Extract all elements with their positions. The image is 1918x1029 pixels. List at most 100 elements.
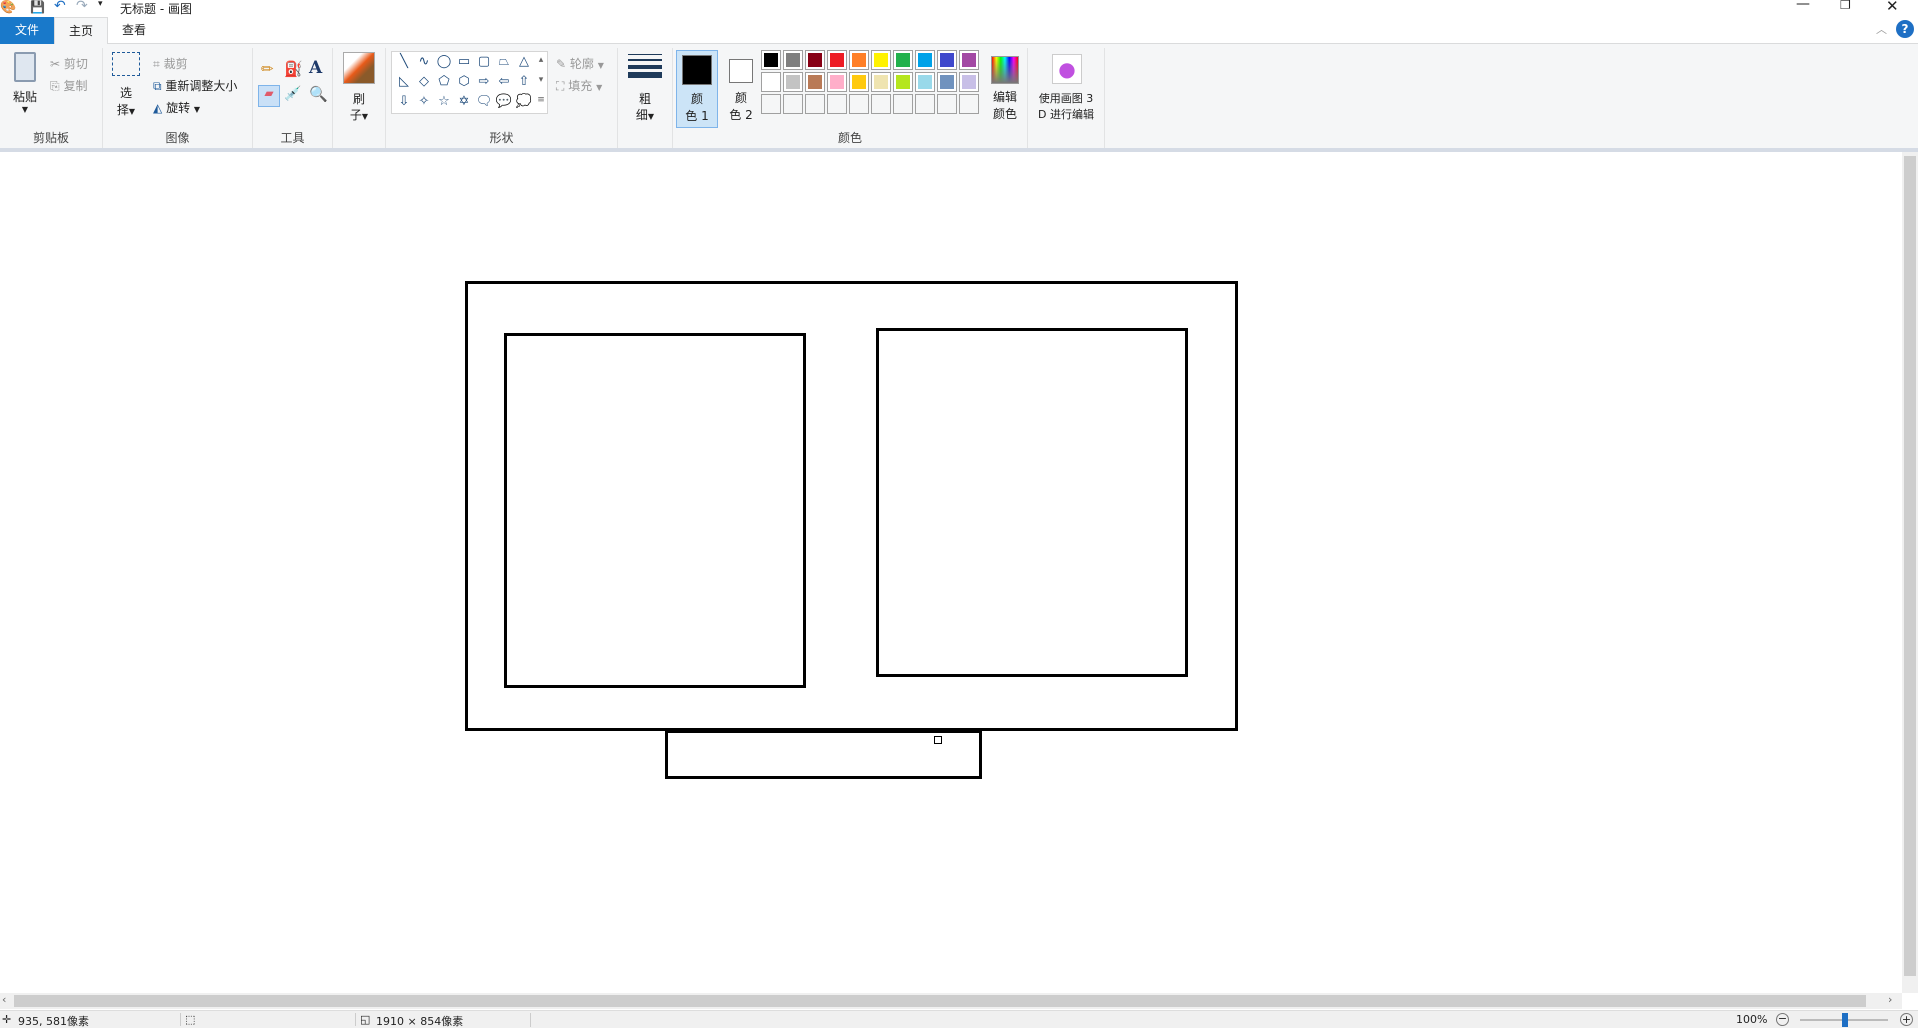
customize-quick-access-icon[interactable]: ▾ [98,0,103,9]
close-icon[interactable]: ✕ [1886,0,1899,15]
shape-item[interactable]: ✡ [454,92,474,112]
palette-swatch[interactable] [893,50,913,70]
tab-view[interactable]: 查看 [108,17,160,44]
palette-swatch[interactable] [849,72,869,92]
shape-item[interactable]: ⇧ [514,72,534,92]
custom-color-slot[interactable] [783,94,803,114]
cut-button[interactable]: ✂ 剪切 [50,55,88,72]
zoom-out-icon[interactable]: − [1776,1013,1789,1026]
fill-button[interactable]: ⛶ 填充 ▼ [556,77,602,94]
zoom-slider-thumb[interactable] [1842,1013,1848,1027]
custom-color-slot[interactable] [959,94,979,114]
shape-item[interactable]: ⇦ [494,72,514,92]
shape-item[interactable]: ∿ [414,52,434,72]
copy-button[interactable]: ⎘ 复制 [50,77,87,94]
resize-button[interactable]: ⧉ 重新调整大小 [153,77,237,94]
palette-swatch[interactable] [827,50,847,70]
pencil-icon[interactable]: ✏ [261,60,274,78]
horizontal-scroll-thumb[interactable] [14,995,1866,1007]
gallery-expand-icon[interactable]: ≡ [535,95,547,105]
palette-swatch[interactable] [871,72,891,92]
redo-icon[interactable]: ↷ [76,0,88,14]
shape-item[interactable]: ◇ [414,72,434,92]
collapse-ribbon-icon[interactable]: ︿ [1876,21,1887,37]
edit-colors-button[interactable]: 编辑 颜色 [985,50,1025,128]
palette-swatch[interactable] [783,50,803,70]
drawing-canvas[interactable] [0,152,1902,993]
restore-icon[interactable]: ❐ [1840,0,1851,12]
rotate-button[interactable]: ◭ 旋转 ▼ [153,99,200,116]
shape-item[interactable]: ◯ [434,52,454,72]
custom-color-slot[interactable] [937,94,957,114]
palette-swatch[interactable] [937,72,957,92]
custom-color-slot[interactable] [893,94,913,114]
scroll-right-icon[interactable]: › [1888,993,1892,1006]
palette-swatch[interactable] [805,72,825,92]
palette-swatch[interactable] [959,72,979,92]
brushes-button[interactable]: 刷 子▼ [333,48,386,148]
horizontal-scrollbar[interactable]: ‹ › [0,993,1902,1009]
palette-swatch[interactable] [849,50,869,70]
minimize-icon[interactable]: — [1796,0,1810,12]
zoom-slider[interactable] [1800,1013,1888,1027]
shape-item[interactable]: ◺ [394,72,414,92]
custom-color-slot[interactable] [871,94,891,114]
palette-swatch[interactable] [805,50,825,70]
palette-swatch[interactable] [959,50,979,70]
custom-color-slot[interactable] [827,94,847,114]
shape-item[interactable]: ▭ [454,52,474,72]
custom-color-slot[interactable] [849,94,869,114]
shape-item[interactable]: ⬡ [454,72,474,92]
vertical-scrollbar[interactable] [1902,152,1918,993]
help-icon[interactable]: ? [1896,20,1914,38]
paste-button[interactable]: 粘贴 ▼ [8,52,42,132]
palette-swatch[interactable] [915,50,935,70]
shape-item[interactable]: 💭 [514,92,534,112]
gallery-scroll-down-icon[interactable]: ▾ [535,75,547,85]
select-button[interactable]: 选 择▼ [109,52,143,132]
shape-item[interactable]: △ [514,52,534,72]
custom-color-slot[interactable] [805,94,825,114]
palette-swatch[interactable] [871,50,891,70]
color2-button[interactable]: 颜 色 2 [721,50,761,128]
shape-item[interactable]: ⏢ [494,52,514,72]
shape-item[interactable]: ╲ [394,52,414,72]
resize-handle[interactable] [934,736,942,744]
palette-swatch[interactable] [915,72,935,92]
eraser-icon[interactable]: ▰ [258,85,280,107]
palette-swatch[interactable] [761,72,781,92]
color1-button[interactable]: 颜 色 1 [676,50,718,128]
outline-button[interactable]: ✎ 轮廓 ▼ [556,55,604,72]
crop-button[interactable]: ⌗ 裁剪 [153,55,188,72]
scroll-left-icon[interactable]: ‹ [2,993,6,1006]
palette-swatch[interactable] [893,72,913,92]
palette-swatch[interactable] [937,50,957,70]
vertical-scroll-thumb[interactable] [1904,156,1916,976]
palette-swatch[interactable] [761,50,781,70]
palette-swatch[interactable] [827,72,847,92]
gallery-scroll-up-icon[interactable]: ▴ [535,55,547,65]
custom-color-slot[interactable] [915,94,935,114]
shape-item[interactable]: 🗨 [474,92,494,112]
text-tool-icon[interactable]: A [309,58,322,78]
tab-home[interactable]: 主页 [54,17,108,45]
magnifier-icon[interactable]: 🔍 [309,85,328,103]
shape-item[interactable]: ⬠ [434,72,454,92]
shape-item[interactable]: ☆ [434,92,454,112]
shape-gallery[interactable]: ╲ ∿ ◯ ▭ ▢ ⏢ △ ◺ ◇ ⬠ ⬡ ⇨ ⇦ ⇧ ⇩ ✧ ☆ ✡ 🗨 💬 💭 ▴ ▾ ≡ [391,51,548,114]
fill-bucket-icon[interactable]: ⛽ [284,60,303,78]
tab-file[interactable]: 文件 [0,17,54,44]
custom-color-slot[interactable] [761,94,781,114]
size-button[interactable]: 粗 细▼ [618,48,673,148]
color-picker-icon[interactable]: 💉 [284,86,301,102]
shape-item[interactable]: 💬 [494,92,514,112]
shape-item[interactable]: ✧ [414,92,434,112]
shape-item[interactable]: ▢ [474,52,494,72]
undo-icon[interactable]: ↶ [54,0,66,14]
shape-item[interactable]: ⇩ [394,92,414,112]
zoom-in-icon[interactable]: + [1900,1013,1913,1026]
palette-swatch[interactable] [783,72,803,92]
shape-item[interactable]: ⇨ [474,72,494,92]
paint3d-button[interactable]: ● 使用画图 3 D 进行编辑 [1028,48,1105,148]
save-icon[interactable]: 💾 [30,0,45,14]
